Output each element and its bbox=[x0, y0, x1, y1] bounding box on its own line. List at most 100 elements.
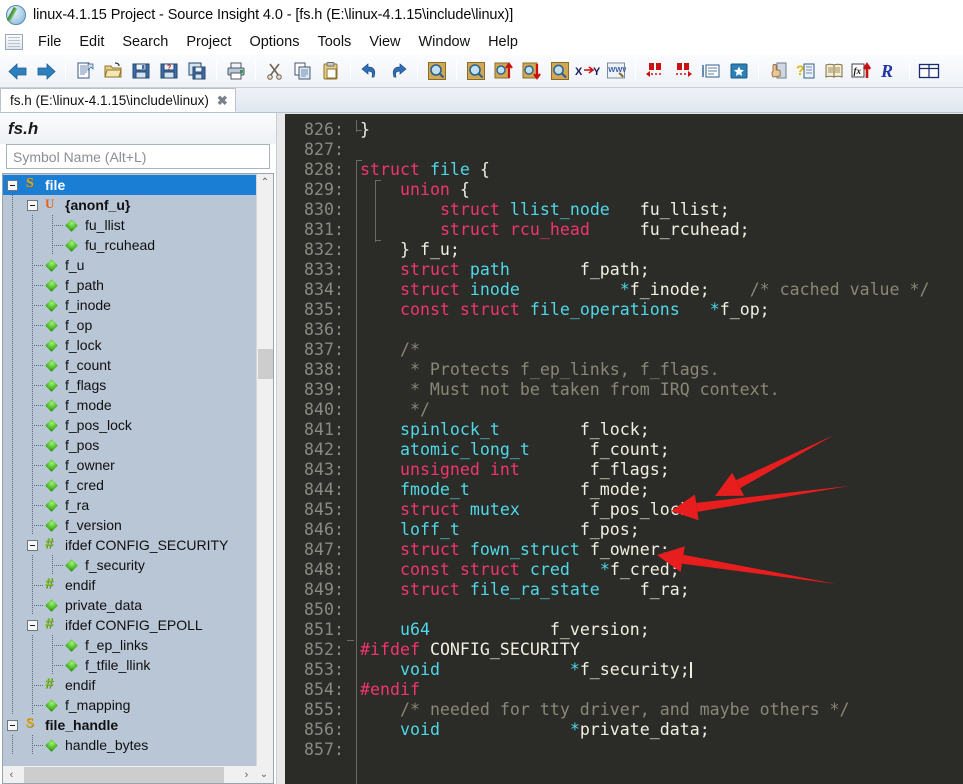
code-line[interactable]: 847: struct fown_struct f_owner; bbox=[285, 540, 963, 560]
open-book-icon[interactable] bbox=[821, 58, 847, 84]
copy-icon[interactable] bbox=[290, 58, 316, 84]
tree-item-f_ep_links[interactable]: f_ep_links bbox=[3, 635, 256, 655]
symbol-tree-vertical-scrollbar[interactable]: ⌃ bbox=[256, 174, 273, 766]
tree-item-fu_llist[interactable]: fu_llist bbox=[3, 215, 256, 235]
scroll-right-icon[interactable]: › bbox=[238, 767, 255, 783]
symbol-search-input[interactable]: Symbol Name (Alt+L) bbox=[6, 144, 270, 169]
code-line[interactable]: 842: atomic_long_t f_count; bbox=[285, 440, 963, 460]
undo-arrow-icon[interactable] bbox=[357, 58, 383, 84]
code-line[interactable]: 850: bbox=[285, 600, 963, 620]
tree-expander-collapse-icon[interactable] bbox=[3, 715, 23, 735]
tree-item-f_security[interactable]: f_security bbox=[3, 555, 256, 575]
indent-list-icon[interactable] bbox=[698, 58, 724, 84]
script-r-icon[interactable]: R bbox=[877, 58, 903, 84]
menu-search[interactable]: Search bbox=[113, 33, 177, 51]
tree-item-f_count[interactable]: f_count bbox=[3, 355, 256, 375]
scroll-left-icon[interactable]: ‹ bbox=[3, 767, 20, 783]
menu-tools[interactable]: Tools bbox=[308, 33, 360, 51]
code-line[interactable]: 837: /* bbox=[285, 340, 963, 360]
tree-item-f_lock[interactable]: f_lock bbox=[3, 335, 256, 355]
tree-expander-collapse-icon[interactable] bbox=[23, 615, 43, 635]
question-page-icon[interactable]: ? bbox=[793, 58, 819, 84]
tree-item-f_flags[interactable]: f_flags bbox=[3, 375, 256, 395]
tree-expander-collapse-icon[interactable] bbox=[23, 535, 43, 555]
code-line[interactable]: 827: bbox=[285, 140, 963, 160]
tree-item--anonf_u-[interactable]: {anonf_u} bbox=[3, 195, 256, 215]
magnifier-icon[interactable] bbox=[424, 58, 450, 84]
code-line[interactable]: 846: loff_t f_pos; bbox=[285, 520, 963, 540]
hscroll-thumb[interactable] bbox=[24, 766, 224, 783]
code-line[interactable]: 844: fmode_t f_mode; bbox=[285, 480, 963, 500]
code-editor[interactable]: 826:} 827: 828: struct file {829: union {83… bbox=[285, 114, 963, 784]
tree-item-f_owner[interactable]: f_owner bbox=[3, 455, 256, 475]
scroll-up-icon[interactable]: ⌃ bbox=[257, 174, 273, 191]
code-line[interactable]: 836: bbox=[285, 320, 963, 340]
magnifier-doc-icon[interactable] bbox=[547, 58, 573, 84]
magnifier-page-icon[interactable] bbox=[463, 58, 489, 84]
close-icon[interactable]: ✖ bbox=[217, 94, 228, 107]
scroll-thumb[interactable] bbox=[258, 349, 273, 379]
menu-file[interactable]: File bbox=[29, 33, 70, 51]
magnifier-down-icon[interactable] bbox=[519, 58, 545, 84]
code-line[interactable]: 843: unsigned int f_flags; bbox=[285, 460, 963, 480]
tree-item-f_mapping[interactable]: f_mapping bbox=[3, 695, 256, 715]
tree-item-f_u[interactable]: f_u bbox=[3, 255, 256, 275]
menu-project[interactable]: Project bbox=[177, 33, 240, 51]
code-line[interactable]: 838: * Protects f_ep_links, f_flags. bbox=[285, 360, 963, 380]
tree-item-f_path[interactable]: f_path bbox=[3, 275, 256, 295]
menu-edit[interactable]: Edit bbox=[70, 33, 113, 51]
code-line[interactable]: 852: #ifdef CONFIG_SECURITY bbox=[285, 640, 963, 660]
tree-item-ifdef-config_epoll[interactable]: ifdef CONFIG_EPOLL bbox=[3, 615, 256, 635]
menu-view[interactable]: View bbox=[360, 33, 409, 51]
redo-arrow-icon[interactable] bbox=[385, 58, 411, 84]
fx-up-arrow-icon[interactable]: fx bbox=[849, 58, 875, 84]
code-line[interactable]: 857: bbox=[285, 740, 963, 760]
symbol-tree-horizontal-scrollbar[interactable]: ‹ › ⌄ bbox=[2, 766, 274, 784]
clipboard-paste-icon[interactable] bbox=[318, 58, 344, 84]
magnifier-up-icon[interactable] bbox=[491, 58, 517, 84]
menu-window[interactable]: Window bbox=[409, 33, 479, 51]
code-line[interactable]: 828: struct file { bbox=[285, 160, 963, 180]
save-all-icon[interactable] bbox=[184, 58, 210, 84]
open-folder-icon[interactable] bbox=[100, 58, 126, 84]
symbol-tree[interactable]: file {anonf_u} fu_llist fu_rcuheadf_u f_path… bbox=[3, 174, 256, 766]
scissors-icon[interactable] bbox=[262, 58, 288, 84]
code-line[interactable]: 845: struct mutex f_pos_lock; bbox=[285, 500, 963, 520]
menu-options[interactable]: Options bbox=[240, 33, 308, 51]
code-line[interactable]: 856: void *private_data; bbox=[285, 720, 963, 740]
code-line[interactable]: 849: struct file_ra_state f_ra; bbox=[285, 580, 963, 600]
star-book-icon[interactable] bbox=[726, 58, 752, 84]
tree-item-handle_bytes[interactable]: handle_bytes bbox=[3, 735, 256, 755]
code-line[interactable]: 830: struct llist_node fu_llist; bbox=[285, 200, 963, 220]
code-line[interactable]: 855: /* needed for tty driver, and maybe… bbox=[285, 700, 963, 720]
code-line[interactable]: 831: struct rcu_head fu_rcuhead; bbox=[285, 220, 963, 240]
tree-expander-collapse-icon[interactable] bbox=[3, 175, 23, 195]
tree-item-file[interactable]: file bbox=[3, 175, 256, 195]
code-line[interactable]: 848: const struct cred *f_cred; bbox=[285, 560, 963, 580]
tree-item-f_tfile_llink[interactable]: f_tfile_llink bbox=[3, 655, 256, 675]
hand-pointer-icon[interactable] bbox=[765, 58, 791, 84]
code-line[interactable]: 853: void *f_security; bbox=[285, 660, 963, 680]
code-line[interactable]: 834: struct inode *f_inode; /* cached va… bbox=[285, 280, 963, 300]
floppy-save-icon[interactable] bbox=[128, 58, 154, 84]
tree-item-f_ra[interactable]: f_ra bbox=[3, 495, 256, 515]
tree-item-endif[interactable]: endif bbox=[3, 575, 256, 595]
tree-item-f_mode[interactable]: f_mode bbox=[3, 395, 256, 415]
code-line[interactable]: 832: } f_u; bbox=[285, 240, 963, 260]
code-line[interactable]: 851: u64 f_version; bbox=[285, 620, 963, 640]
code-line[interactable]: 840: */ bbox=[285, 400, 963, 420]
tree-item-ifdef-config_security[interactable]: ifdef CONFIG_SECURITY bbox=[3, 535, 256, 555]
new-document-icon[interactable] bbox=[72, 58, 98, 84]
tree-expander-collapse-icon[interactable] bbox=[23, 195, 43, 215]
x-to-y-icon[interactable]: XY bbox=[575, 58, 601, 84]
back-button[interactable] bbox=[5, 58, 31, 84]
code-line[interactable]: 829: union { bbox=[285, 180, 963, 200]
tree-item-fu_rcuhead[interactable]: fu_rcuhead bbox=[3, 235, 256, 255]
tree-item-f_op[interactable]: f_op bbox=[3, 315, 256, 335]
jump-forward-icon[interactable] bbox=[670, 58, 696, 84]
code-line[interactable]: 839: * Must not be taken from IRQ contex… bbox=[285, 380, 963, 400]
tree-item-f_inode[interactable]: f_inode bbox=[3, 295, 256, 315]
menu-help[interactable]: Help bbox=[479, 33, 527, 51]
tab-fs-h[interactable]: fs.h (E:\linux-4.1.15\include\linux) ✖ bbox=[0, 88, 236, 112]
jump-back-icon[interactable] bbox=[642, 58, 668, 84]
